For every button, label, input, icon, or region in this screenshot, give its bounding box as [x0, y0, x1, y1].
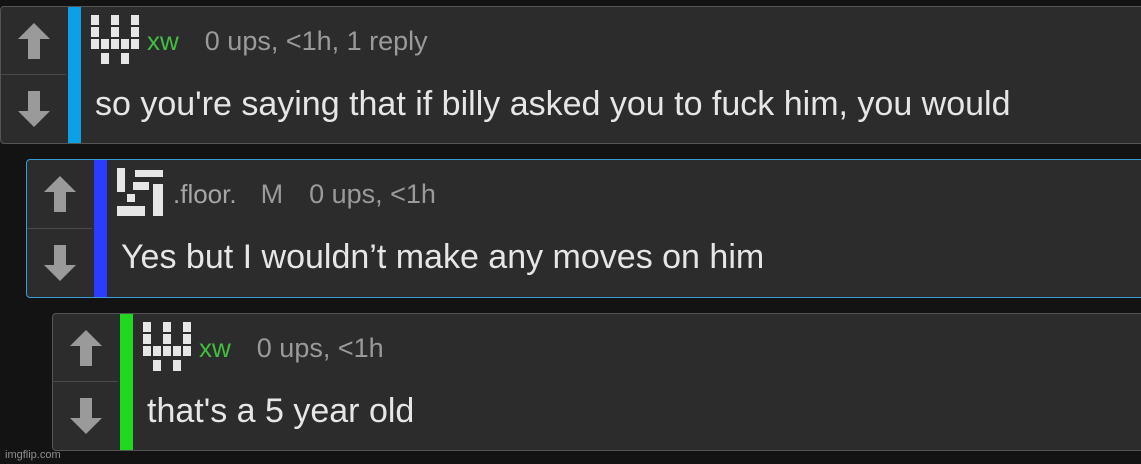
page: { "comments": [ { "username": "xw", "use… [0, 0, 1141, 464]
comment-meta: xw 0 ups, <1h, 1 reply [147, 23, 428, 59]
vote-column [53, 314, 118, 450]
downvote-button[interactable] [53, 382, 118, 450]
comment-meta: .floor. M 0 ups, <1h [173, 176, 436, 212]
comment-1: xw 0 ups, <1h, 1 reply so you're saying … [0, 6, 1141, 144]
upvote-button[interactable] [1, 7, 66, 75]
downvote-button[interactable] [1, 75, 66, 143]
vote-column [27, 160, 92, 297]
username-link[interactable]: .floor. [173, 179, 237, 210]
comment-3: xw 0 ups, <1h that's a 5 year old [52, 313, 1141, 451]
down-arrow-icon [17, 91, 50, 127]
up-arrow-icon [43, 175, 76, 212]
user-mark: M [260, 178, 284, 209]
up-arrow-icon [69, 329, 102, 366]
vote-column [1, 7, 66, 143]
watermark: imgflip.com [5, 449, 61, 461]
comment-2: .floor. M 0 ups, <1h Yes but I wouldn’t … [26, 159, 1141, 298]
comment-stats: 0 ups, <1h [309, 178, 436, 209]
thread-depth-bar [94, 160, 107, 297]
pixel-swastika-like-avatar-icon[interactable] [115, 166, 167, 220]
downvote-button[interactable] [27, 229, 92, 298]
comment-stats: 0 ups, <1h [256, 332, 384, 363]
upvote-button[interactable] [53, 314, 118, 382]
upvote-button[interactable] [27, 160, 92, 229]
username-link[interactable]: xw [147, 26, 179, 57]
thread-depth-bar [68, 7, 81, 143]
comment-text: so you're saying that if billy asked you… [95, 85, 1011, 123]
comment-meta: xw 0 ups, <1h [199, 330, 384, 366]
comment-stats: 0 ups, <1h, 1 reply [204, 25, 428, 56]
pixel-w-avatar-icon[interactable] [89, 13, 141, 67]
pixel-w-avatar-icon[interactable] [141, 320, 193, 374]
down-arrow-icon [69, 398, 102, 434]
comment-text: Yes but I wouldn’t make any moves on him [121, 238, 765, 276]
thread-depth-bar [120, 314, 133, 450]
up-arrow-icon [17, 22, 50, 59]
down-arrow-icon [43, 244, 76, 281]
comment-text: that's a 5 year old [147, 392, 415, 430]
username-link[interactable]: xw [199, 333, 231, 364]
